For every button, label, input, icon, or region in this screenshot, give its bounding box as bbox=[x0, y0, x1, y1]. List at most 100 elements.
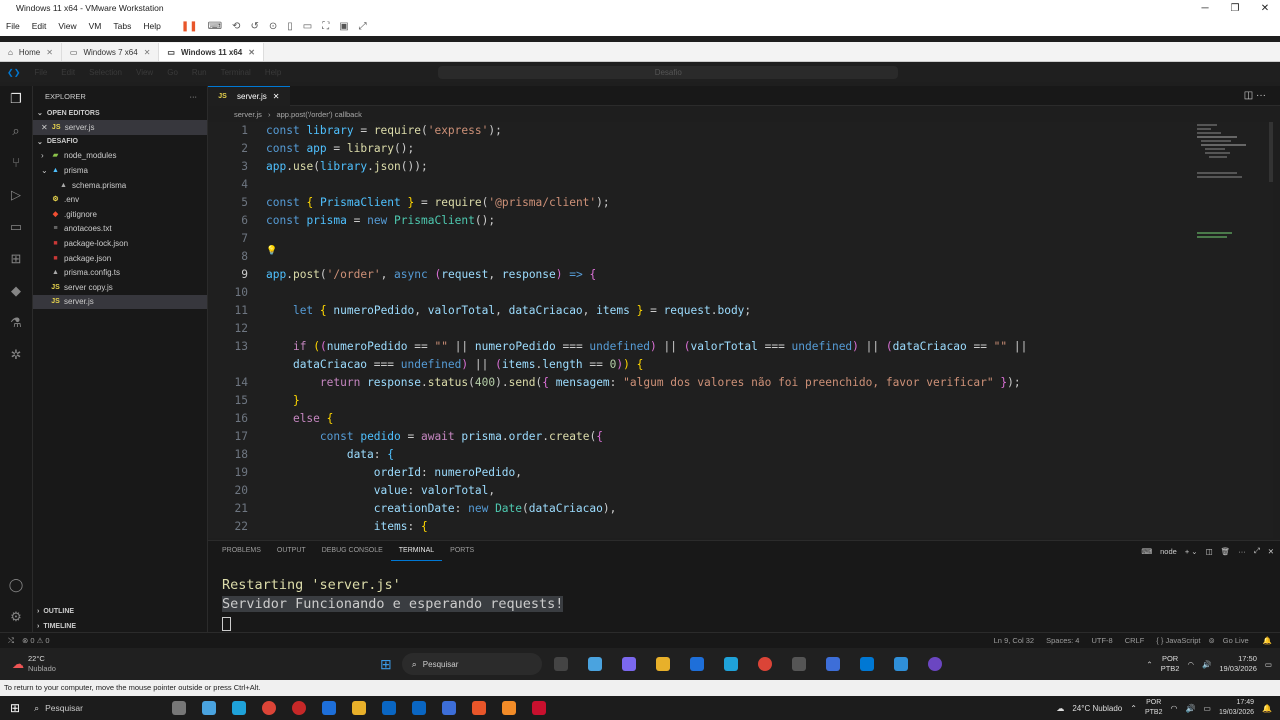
tree-item[interactable]: ≡ anotacoes.txt bbox=[33, 222, 207, 237]
settings-sync-icon[interactable]: ✲ bbox=[7, 346, 25, 364]
tab-problems[interactable]: PROBLEMS bbox=[214, 541, 269, 561]
app-icon[interactable] bbox=[472, 701, 487, 715]
edge-icon[interactable] bbox=[723, 657, 738, 671]
file-explorer-icon[interactable] bbox=[655, 657, 670, 671]
volume-icon[interactable]: 🔊 bbox=[1202, 660, 1211, 669]
task-view-icon[interactable] bbox=[172, 701, 187, 715]
copilot-icon[interactable] bbox=[202, 701, 217, 715]
tree-item[interactable]: ▲ schema.prisma bbox=[33, 178, 207, 193]
windows-start-icon[interactable]: ⊞ bbox=[10, 701, 20, 715]
more-actions-icon[interactable]: ··· bbox=[190, 92, 198, 101]
tab-ports[interactable]: PORTS bbox=[442, 541, 482, 561]
revert-icon[interactable]: ↺ bbox=[250, 21, 258, 32]
snapshot-icon[interactable]: ⟲ bbox=[232, 21, 240, 32]
vm-menu-vm[interactable]: VM bbox=[83, 21, 108, 31]
taskbar-search-box[interactable]: ⌕ Pesquisar bbox=[401, 653, 542, 675]
teams-icon[interactable] bbox=[621, 657, 636, 671]
tab-debug-console[interactable]: DEBUG CONSOLE bbox=[314, 541, 391, 561]
volume-icon[interactable]: 🔊 bbox=[1185, 704, 1195, 713]
extensions-icon[interactable]: ⊞ bbox=[7, 250, 25, 268]
outlook-icon[interactable] bbox=[382, 701, 397, 715]
split-editor-icon[interactable]: ◫ ··· bbox=[1244, 86, 1266, 105]
tree-item[interactable]: JS server copy.js bbox=[33, 280, 207, 295]
open-editor-item[interactable]: ✕ JS server.js bbox=[33, 120, 207, 135]
timeline-section[interactable]: › TIMELINE bbox=[33, 619, 208, 633]
obs-icon[interactable] bbox=[927, 657, 942, 671]
vm-menu-tabs[interactable]: Tabs bbox=[107, 21, 137, 31]
tree-item[interactable]: ■ package.json bbox=[33, 251, 207, 266]
problems-count[interactable]: ⊗ 0 ⚠ 0 bbox=[22, 636, 50, 645]
close-icon[interactable]: ✕ bbox=[273, 92, 280, 101]
chevron-up-icon[interactable]: ⌃ bbox=[1130, 704, 1137, 713]
terminal-name[interactable]: node bbox=[1160, 547, 1177, 556]
testing-icon[interactable]: ⚗ bbox=[7, 314, 25, 332]
vmware-icon[interactable] bbox=[502, 701, 517, 715]
tree-item[interactable]: ⌄ ▲ prisma bbox=[33, 163, 207, 178]
tab-terminal[interactable]: TERMINAL bbox=[390, 541, 443, 561]
menu-view[interactable]: View bbox=[129, 68, 160, 77]
close-icon[interactable]: ✕ bbox=[144, 48, 151, 57]
maximize-button[interactable]: ❐ bbox=[1220, 3, 1250, 14]
vm-menu-view[interactable]: View bbox=[52, 21, 82, 31]
file-explorer-icon[interactable] bbox=[352, 701, 367, 715]
edge-icon[interactable] bbox=[232, 701, 247, 715]
remote-explorer-icon[interactable]: ▭ bbox=[7, 218, 25, 236]
vm-menu-help[interactable]: Help bbox=[137, 21, 166, 31]
minimize-button[interactable]: ─ bbox=[1190, 3, 1220, 14]
tree-item[interactable]: ▲ prisma.config.ts bbox=[33, 265, 207, 280]
minimap[interactable] bbox=[1193, 122, 1273, 538]
account-icon[interactable]: ◯ bbox=[7, 576, 25, 594]
project-section[interactable]: ⌄ DESAFIO bbox=[33, 135, 207, 149]
vm-menu-file[interactable]: File bbox=[0, 21, 26, 31]
eol[interactable]: CRLF bbox=[1119, 636, 1151, 645]
chevron-up-icon[interactable]: ⌃ bbox=[1146, 660, 1152, 669]
tree-item[interactable]: JS server.js bbox=[33, 294, 207, 310]
menu-file[interactable]: File bbox=[27, 68, 54, 77]
source-control-icon[interactable]: ⑂ bbox=[7, 154, 25, 172]
bell-icon[interactable]: 🔔 bbox=[1255, 636, 1280, 645]
menu-help[interactable]: Help bbox=[258, 68, 288, 77]
tree-item[interactable]: ⚙ .env bbox=[33, 192, 207, 207]
cursor-position[interactable]: Ln 9, Col 32 bbox=[988, 636, 1040, 645]
store-icon[interactable] bbox=[689, 657, 704, 671]
pause-icon[interactable]: ❚❚ bbox=[181, 21, 198, 32]
tree-item[interactable]: › ▰ node_modules bbox=[33, 149, 207, 164]
snapshot-manager-icon[interactable]: ⊙ bbox=[269, 21, 277, 32]
new-terminal-icon[interactable]: + ⌄ bbox=[1185, 547, 1198, 556]
remote-icon[interactable]: ⤭ bbox=[0, 636, 22, 646]
store-icon[interactable] bbox=[322, 701, 337, 715]
outline-section[interactable]: › OUTLINE bbox=[33, 604, 208, 618]
sidebar-toggle-icon[interactable]: ▯ bbox=[287, 21, 293, 32]
maximize-panel-icon[interactable]: ⤢ bbox=[1254, 546, 1260, 556]
notepad-icon[interactable] bbox=[893, 657, 908, 671]
app-icon[interactable] bbox=[825, 657, 840, 671]
more-actions-icon[interactable]: ··· bbox=[1238, 547, 1246, 556]
opera-icon[interactable] bbox=[292, 701, 307, 715]
trash-icon[interactable]: 🗑 bbox=[1221, 547, 1231, 556]
menu-selection[interactable]: Selection bbox=[82, 68, 129, 77]
encoding[interactable]: UTF-8 bbox=[1085, 636, 1118, 645]
send-keys-icon[interactable]: ⌨ bbox=[208, 21, 222, 32]
wifi-icon[interactable]: ◠ bbox=[1170, 704, 1177, 713]
close-icon[interactable]: ✕ bbox=[41, 123, 48, 132]
tab-output[interactable]: OUTPUT bbox=[269, 541, 314, 561]
menu-go[interactable]: Go bbox=[160, 68, 185, 77]
command-center-search[interactable]: Desafio bbox=[438, 65, 899, 79]
wifi-icon[interactable]: ◠ bbox=[1187, 660, 1194, 669]
host-search-box[interactable]: ⌕ Pesquisar bbox=[34, 703, 164, 714]
vm-tab-win7[interactable]: ▭ Windows 7 x64 ✕ bbox=[62, 43, 160, 61]
windows-start-icon[interactable]: ⊞ bbox=[380, 656, 392, 673]
fullscreen-icon[interactable]: ⛶ bbox=[322, 21, 329, 32]
python-icon[interactable]: ◆ bbox=[7, 282, 25, 300]
thumbnail-icon[interactable]: ▭ bbox=[303, 21, 312, 32]
notification-icon[interactable]: ▭ bbox=[1265, 660, 1272, 669]
code-editor[interactable]: 1 const library = require('express'); 2 co… bbox=[208, 122, 1193, 538]
copilot-icon[interactable] bbox=[587, 657, 602, 671]
vm-tab-home[interactable]: ⌂ Home ✕ bbox=[0, 43, 62, 61]
open-editors-section[interactable]: ⌄ OPEN EDITORS bbox=[33, 106, 207, 120]
close-icon[interactable]: ✕ bbox=[46, 48, 53, 57]
linkedin-icon[interactable] bbox=[412, 701, 427, 715]
menu-edit[interactable]: Edit bbox=[54, 68, 82, 77]
close-button[interactable]: ✕ bbox=[1250, 3, 1280, 14]
run-debug-icon[interactable]: ▷ bbox=[7, 186, 25, 204]
